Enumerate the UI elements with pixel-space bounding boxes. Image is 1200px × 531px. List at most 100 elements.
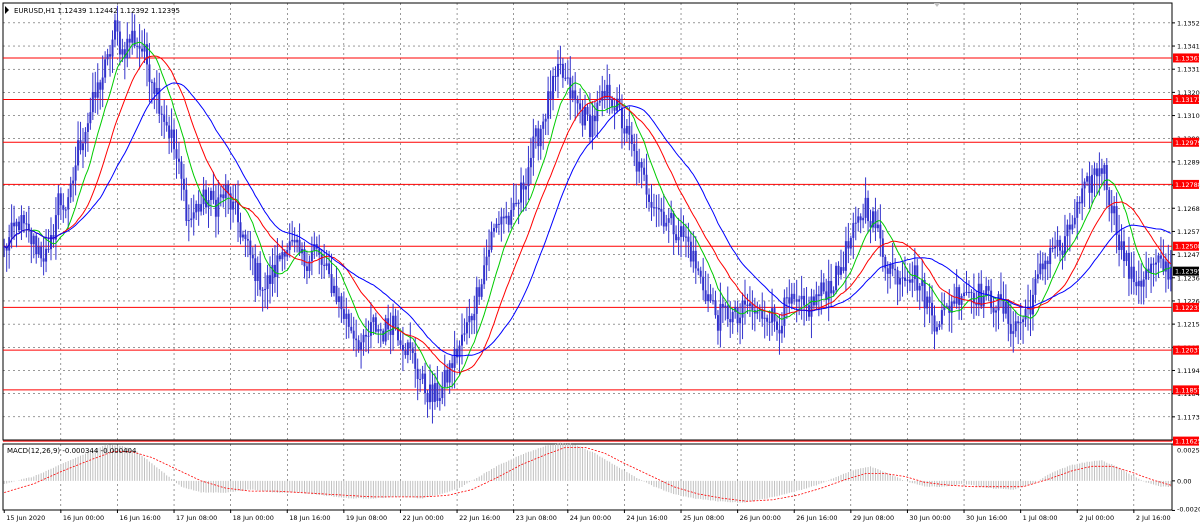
candle-body [214, 199, 217, 217]
candle-body [684, 236, 687, 238]
candle-body [1031, 294, 1034, 315]
candle-body [704, 290, 707, 302]
candle-body [903, 277, 906, 281]
candle-body [965, 291, 968, 293]
candle-body [1004, 301, 1007, 314]
candle-body [527, 167, 530, 187]
candle-body [967, 291, 970, 293]
time-tick-label-11: 24 Jun 16:00 [626, 514, 667, 522]
moving-averages [3, 41, 1172, 389]
time-tick-label-6: 19 Jun 08:00 [346, 514, 387, 522]
macd-tick-label-1: 0.00 [1177, 477, 1191, 485]
candle-body [30, 229, 33, 245]
candle-body [278, 255, 281, 260]
candle-body [963, 292, 966, 297]
candle-body [714, 300, 717, 316]
candle-body [362, 334, 365, 343]
candle-body [490, 231, 493, 250]
candle-body [126, 38, 129, 59]
candle-body [510, 210, 513, 225]
time-tick-label-2: 16 Jun 16:00 [119, 514, 160, 522]
candle-body [817, 294, 820, 297]
candle-body [190, 218, 193, 221]
candle-body [795, 299, 798, 302]
candle-body [716, 315, 719, 331]
candle-body [170, 129, 173, 138]
candle-body [84, 131, 87, 144]
candle-body [293, 239, 296, 243]
candle-body [419, 378, 422, 380]
candle-body [495, 223, 498, 229]
candle-body [411, 348, 414, 353]
candle-body [433, 383, 436, 402]
candle-body [854, 222, 857, 224]
candle-body [945, 305, 948, 307]
candle-body [148, 64, 151, 82]
candle-body [712, 300, 715, 302]
candle-body [785, 297, 788, 299]
candle-body [623, 128, 626, 134]
candle-body [1083, 181, 1086, 189]
window-menu-icon[interactable] [5, 6, 9, 14]
level-tag-label-1: 1.13173 [1175, 96, 1200, 104]
candle-body [889, 264, 892, 274]
candle-body [64, 209, 67, 211]
candle-body [776, 321, 779, 330]
candle-body [1095, 168, 1098, 177]
time-axis[interactable]: 15 Jun 2020 16 Jun 00:00 16 Jun 16:00 17 Ju… [3, 510, 1171, 522]
candle-body [20, 215, 23, 231]
candle-body [340, 296, 343, 310]
candle-body [372, 317, 375, 323]
candle-body [579, 103, 582, 110]
candle-body [259, 262, 262, 290]
candle-body [153, 82, 156, 94]
price-axis[interactable]: 1.135201.134151.133101.132051.131001.129… [1172, 19, 1200, 445]
price-chart-svg[interactable]: 1.135201.134151.133101.132051.131001.129… [0, 0, 1200, 527]
candle-body [1024, 309, 1027, 320]
candle-body [325, 263, 328, 266]
level-tag-label-2: 1.12979 [1175, 139, 1200, 147]
candle-body [1014, 321, 1017, 332]
candle-body [746, 304, 749, 306]
candle-body [357, 340, 360, 350]
candle-body [574, 90, 577, 100]
candle-body [25, 223, 28, 225]
price-tick-label-10: 1.12470 [1177, 251, 1200, 259]
candle-body [598, 100, 601, 103]
candle-body [766, 317, 769, 322]
candle-body [1071, 224, 1074, 230]
level-tag-label-7: 1.11857 [1175, 386, 1200, 394]
candle-body [931, 302, 934, 316]
candle-body [532, 136, 535, 158]
candle-body [864, 197, 867, 218]
candle-body [899, 278, 902, 285]
time-tick-label-9: 23 Jun 08:00 [516, 514, 557, 522]
candle-body [552, 75, 555, 99]
candle-body [463, 333, 466, 335]
price-tick-label-15: 1.11945 [1177, 367, 1200, 375]
candle-body [116, 20, 119, 32]
candle-body [67, 197, 70, 210]
scroll-marker-icon[interactable] [934, 3, 940, 7]
candle-body [815, 294, 818, 306]
candle-body [175, 149, 178, 159]
candle-body [960, 296, 963, 305]
candle-body [977, 283, 980, 306]
time-tick-label-1: 16 Jun 00:00 [63, 514, 104, 522]
candle-body [790, 293, 793, 304]
candle-body [862, 217, 865, 221]
candle-body [288, 241, 291, 250]
candle-body [894, 268, 897, 271]
candle-body [549, 91, 552, 99]
candle-body [369, 322, 372, 336]
candle-body [35, 235, 38, 255]
candle-body [820, 282, 823, 297]
candle-body [217, 197, 220, 217]
candle-body [155, 87, 158, 94]
candle-body [933, 315, 936, 332]
candle-body [281, 252, 284, 260]
candle-body [1162, 258, 1165, 272]
chart-window[interactable]: 1.135201.134151.133101.132051.131001.129… [0, 0, 1200, 527]
candle-body [748, 303, 751, 306]
candle-body [1098, 168, 1101, 177]
